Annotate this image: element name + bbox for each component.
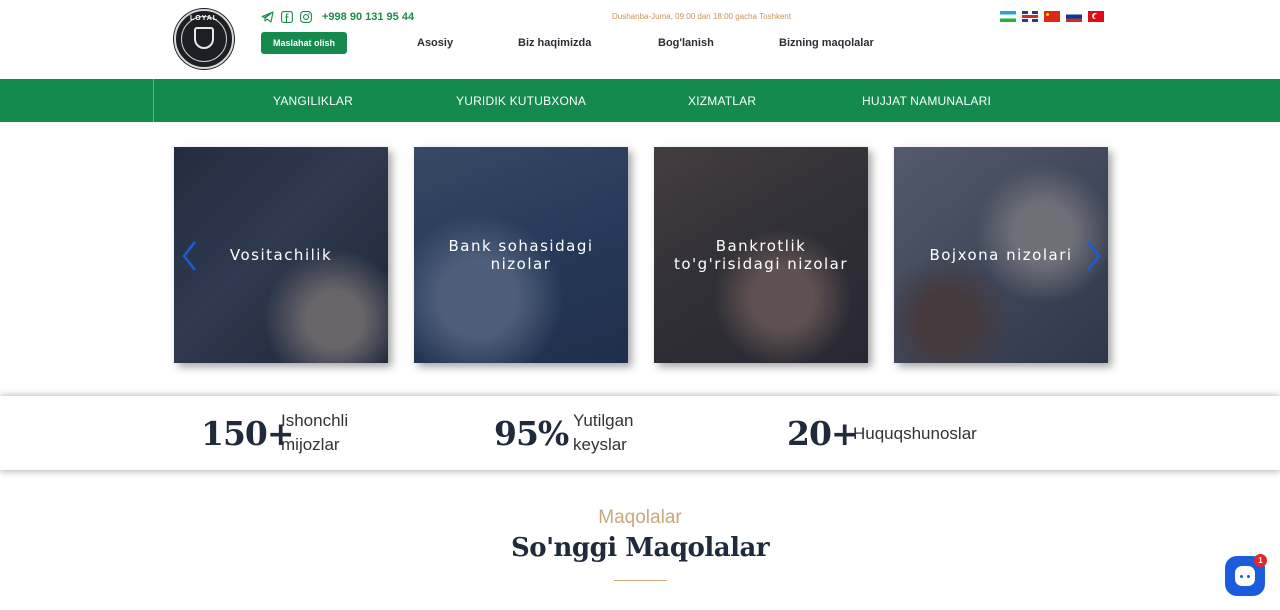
stat-label: Ishonchli (281, 411, 349, 430)
nav-articles[interactable]: Bizning maqolalar (779, 37, 874, 49)
site-header: LOYAL +998 90 131 95 44 Dushanba-Juma, 0… (0, 0, 1280, 79)
nav-divider (153, 79, 154, 122)
service-card-banking[interactable]: Bank sohasidagi nizolar (414, 147, 628, 363)
language-switcher (1000, 11, 1104, 22)
flag-uz-icon[interactable] (1000, 11, 1016, 22)
chat-icon (1235, 566, 1255, 586)
stat-number: 95% (494, 414, 569, 453)
carousel-next-button[interactable] (1083, 240, 1103, 272)
stat-label: Yutilgan (573, 411, 634, 430)
carousel-prev-button[interactable] (180, 240, 200, 272)
service-card-bankruptcy[interactable]: Bankrotlik to'g'risidagi nizolar (654, 147, 868, 363)
stat-label: Huquqshunoslar (853, 424, 977, 443)
stat-label: keyslar (573, 435, 627, 454)
instagram-icon[interactable] (300, 11, 312, 23)
flag-ru-icon[interactable] (1066, 11, 1082, 22)
section-divider (614, 580, 667, 581)
chevron-left-icon (182, 241, 196, 271)
card-title: Vositachilik (229, 246, 333, 264)
stat-number: 150+ (201, 414, 295, 453)
main-nav-templates[interactable]: HUJJAT NAMUNALARI (862, 94, 991, 108)
flag-tr-icon[interactable] (1088, 11, 1104, 22)
stat-number: 20+ (787, 414, 859, 453)
service-card-customs[interactable]: Bojxona nizolari (894, 147, 1108, 363)
flag-cn-icon[interactable] (1044, 11, 1060, 22)
nav-about[interactable]: Biz haqimizda (518, 37, 591, 49)
card-title: Bankrotlik to'g'risidagi nizolar (673, 237, 849, 273)
section-title: So'nggi Maqolalar (510, 533, 770, 563)
main-nav-services[interactable]: XIZMATLAR (688, 94, 756, 108)
facebook-icon[interactable] (281, 11, 293, 23)
card-title: Bank sohasidagi nizolar (448, 237, 594, 273)
scales-icon (194, 27, 214, 49)
chat-notification-badge: 1 (1254, 554, 1267, 567)
logo-text: LOYAL (189, 15, 219, 22)
main-nav-news[interactable]: YANGILIKLAR (273, 94, 353, 108)
chevron-right-icon (1087, 241, 1101, 271)
card-title: Bojxona nizolari (929, 246, 1073, 264)
chat-dot (1247, 575, 1250, 578)
main-nav-library[interactable]: YURIDIK KUTUBXONA (456, 94, 586, 108)
nav-home[interactable]: Asosiy (417, 37, 453, 49)
social-links (261, 11, 312, 23)
stat-label: mijozlar (281, 435, 340, 454)
working-hours: Dushanba-Juma, 09:00 dan 18:00 gacha Tos… (612, 12, 792, 21)
section-subtitle: Maqolalar (598, 507, 682, 528)
main-nav: YANGILIKLAR YURIDIK KUTUBXONA XIZMATLAR … (0, 79, 1280, 122)
flag-en-icon[interactable] (1022, 11, 1038, 22)
telegram-icon[interactable] (261, 11, 274, 23)
services-carousel: Vositachilik Bank sohasidagi nizolar Ban… (174, 147, 1108, 363)
nav-contact[interactable]: Bog'lanish (658, 37, 714, 49)
service-card-mediation[interactable]: Vositachilik (174, 147, 388, 363)
site-logo[interactable]: LOYAL (174, 9, 234, 69)
stats-bar: 150+ Ishonchli mijozlar 95% Yutilgan key… (0, 396, 1280, 470)
chat-dot (1240, 575, 1243, 578)
phone-number[interactable]: +998 90 131 95 44 (322, 11, 414, 23)
consultation-button[interactable]: Maslahat olish (261, 32, 347, 54)
